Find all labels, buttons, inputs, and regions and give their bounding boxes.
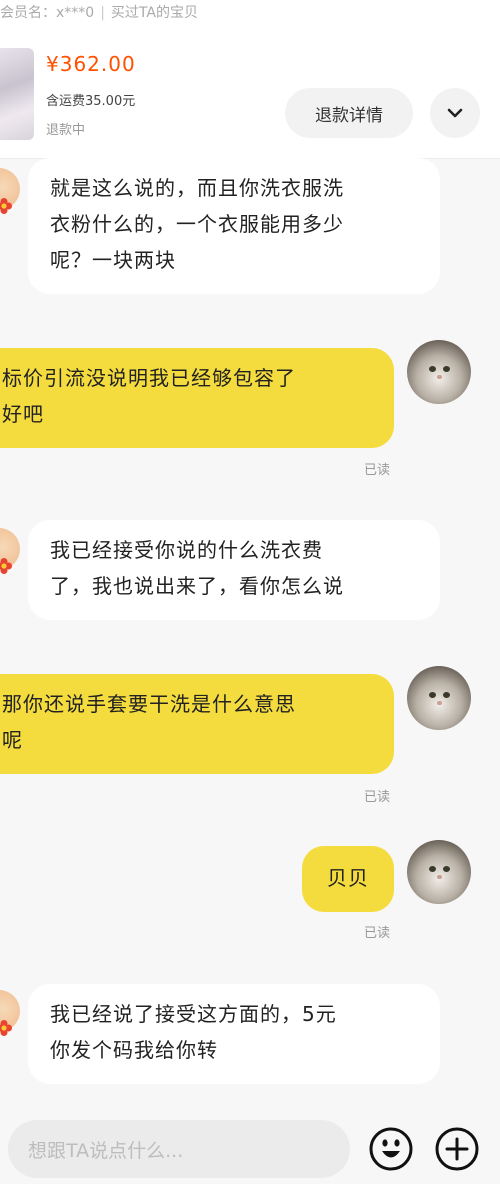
input-bar: 想跟TA说点什么... — [0, 1108, 500, 1184]
member-name: x***0 — [56, 5, 95, 21]
my-avatar[interactable] — [407, 340, 471, 404]
chevron-down-icon — [447, 108, 463, 118]
message-line: 你发个码我给你转 — [50, 1038, 218, 1062]
message-bubble[interactable]: 那你还说手套要干洗是什么意思 呢 — [0, 674, 394, 774]
my-avatar[interactable] — [407, 666, 471, 730]
message-line: 好吧 — [2, 402, 44, 426]
message-line: 我已经说了接受这方面的，5元 — [50, 1002, 337, 1026]
refund-status: 退款中 — [46, 123, 86, 138]
message-line: 我已经接受你说的什么洗衣费 — [50, 538, 323, 562]
order-header: 会员名：x***0 | 买过TA的宝贝 ¥362.00 含运费35.00元 退款中 … — [0, 0, 500, 159]
message-line: 呢？一块两块 — [50, 248, 176, 272]
plus-icon[interactable] — [434, 1126, 480, 1172]
product-thumbnail[interactable] — [0, 48, 34, 140]
message-line: 那你还说手套要干洗是什么意思 — [2, 692, 296, 716]
my-avatar[interactable] — [407, 840, 471, 904]
message-line: 呢 — [2, 728, 23, 752]
emoji-icon[interactable] — [368, 1126, 414, 1172]
message-bubble[interactable]: 我已经说了接受这方面的，5元 你发个码我给你转 — [28, 984, 440, 1084]
refund-details-button[interactable]: 退款详情 — [285, 88, 413, 138]
member-label: 会员名： — [0, 5, 56, 21]
order-price: ¥362.00 — [46, 52, 136, 76]
message-bubble[interactable]: 我已经接受你说的什么洗衣费 了，我也说出来了，看你怎么说 — [28, 520, 440, 620]
read-receipt: 已读 — [364, 926, 391, 941]
message-bubble[interactable]: 就是这么说的，而且你洗衣服洗 衣粉什么的，一个衣服能用多少 呢？一块两块 — [28, 158, 440, 294]
shipping-fee: 含运费35.00元 — [46, 94, 136, 109]
bought-items-link[interactable]: 买过TA的宝贝 — [111, 5, 198, 21]
message-line: 就是这么说的，而且你洗衣服洗 — [50, 176, 344, 200]
expand-button[interactable] — [430, 88, 480, 138]
message-input[interactable]: 想跟TA说点什么... — [8, 1120, 350, 1178]
message-line: 了，我也说出来了，看你怎么说 — [50, 574, 344, 598]
flower-icon — [0, 198, 12, 214]
seller-avatar[interactable] — [0, 528, 20, 574]
message-bubble[interactable]: 贝贝 — [302, 846, 394, 912]
message-line: 标价引流没说明我已经够包容了 — [2, 366, 296, 390]
separator: | — [100, 5, 105, 21]
message-line: 衣粉什么的，一个衣服能用多少 — [50, 212, 344, 236]
member-info: 会员名：x***0 | 买过TA的宝贝 — [0, 2, 198, 22]
flower-icon — [0, 1020, 12, 1036]
read-receipt: 已读 — [364, 463, 391, 478]
seller-avatar[interactable] — [0, 168, 20, 214]
flower-icon — [0, 558, 12, 574]
read-receipt: 已读 — [364, 790, 391, 805]
message-line: 贝贝 — [327, 866, 369, 890]
message-bubble[interactable]: 标价引流没说明我已经够包容了 好吧 — [0, 348, 394, 448]
seller-avatar[interactable] — [0, 990, 20, 1036]
